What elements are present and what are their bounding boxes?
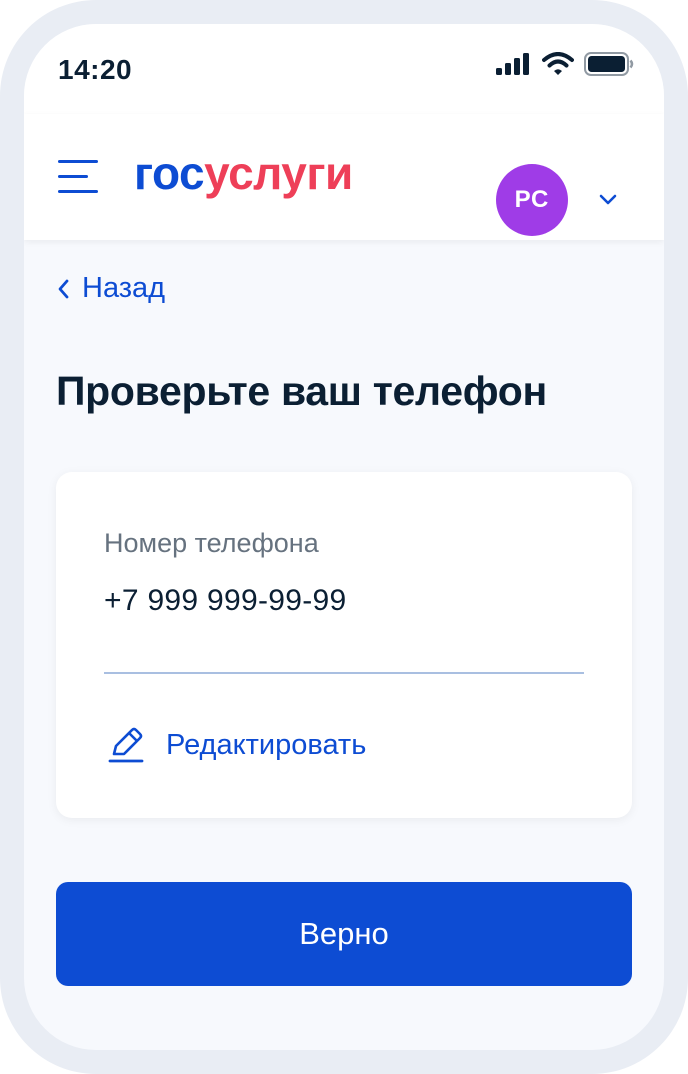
phone-screen: 14:20 госуслуги РС Назад Проверьте ваш т… — [24, 24, 664, 1050]
avatar[interactable]: РС — [496, 164, 568, 236]
field-divider — [104, 672, 584, 674]
phone-frame: 14:20 госуслуги РС Назад Проверьте ваш т… — [0, 0, 688, 1074]
back-link[interactable]: Назад — [56, 272, 165, 305]
cellular-signal-icon — [496, 53, 529, 75]
pencil-icon — [108, 727, 144, 763]
logo-part-uslugi: услуги — [204, 147, 353, 199]
hamburger-menu-icon[interactable] — [58, 158, 100, 194]
phone-field-value: +7 999 999-99-99 — [104, 584, 347, 617]
app-header: госуслуги РС — [24, 114, 664, 240]
status-time: 14:20 — [58, 54, 133, 85]
gosuslugi-logo[interactable]: госуслуги — [134, 146, 353, 200]
edit-label: Редактировать — [166, 728, 367, 761]
phone-field-label: Номер телефона — [104, 528, 319, 558]
wifi-icon — [542, 52, 574, 75]
chevron-left-icon — [58, 279, 69, 298]
phone-card: Номер телефона +7 999 999-99-99 Редактир… — [56, 472, 632, 818]
chevron-down-icon[interactable] — [598, 190, 618, 210]
battery-icon — [584, 52, 634, 76]
status-icons — [496, 52, 634, 76]
status-bar: 14:20 — [24, 24, 664, 114]
page-title: Проверьте ваш телефон — [56, 368, 548, 414]
back-label: Назад — [82, 272, 166, 304]
logo-part-gos: гос — [134, 147, 205, 199]
confirm-button[interactable]: Верно — [56, 882, 632, 986]
edit-button[interactable]: Редактировать — [108, 726, 366, 764]
